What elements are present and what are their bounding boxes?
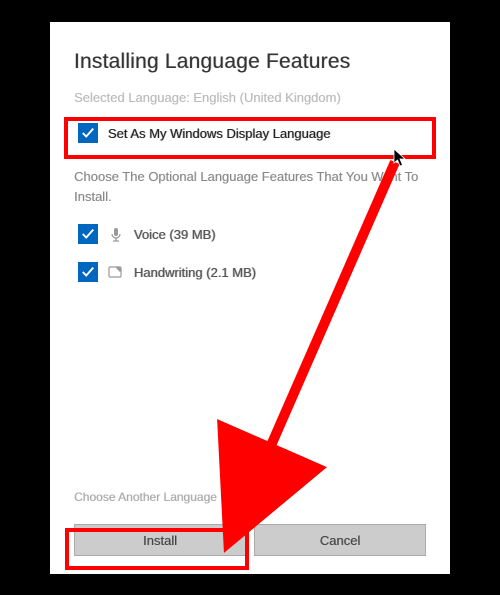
handwriting-checkbox[interactable] <box>78 262 98 282</box>
dialog-title: Installing Language Features <box>74 50 426 74</box>
handwriting-label: Handwriting (2.1 MB) <box>134 265 256 280</box>
display-language-option[interactable]: Set As My Windows Display Language <box>74 117 426 149</box>
check-icon <box>81 227 95 241</box>
display-language-checkbox[interactable] <box>78 123 98 143</box>
voice-checkbox[interactable] <box>78 224 98 244</box>
optional-features-instruction: Choose The Optional Language Features Th… <box>74 167 426 206</box>
cancel-button[interactable]: Cancel <box>254 524 426 556</box>
check-icon <box>81 265 95 279</box>
microphone-icon <box>108 226 124 242</box>
install-button[interactable]: Install <box>74 524 246 556</box>
handwriting-option[interactable]: Handwriting (2.1 MB) <box>74 256 426 288</box>
display-language-label: Set As My Windows Display Language <box>108 126 331 141</box>
handwriting-icon <box>108 264 124 280</box>
selected-language-label: Selected Language: English (United Kingd… <box>74 90 426 105</box>
voice-option[interactable]: Voice (39 MB) <box>74 218 426 250</box>
language-features-dialog: Installing Language Features Selected La… <box>50 22 450 574</box>
dialog-button-row: Install Cancel <box>74 524 426 556</box>
check-icon <box>81 126 95 140</box>
voice-label: Voice (39 MB) <box>134 227 216 242</box>
choose-another-language-link[interactable]: Choose Another Language <box>74 490 217 504</box>
